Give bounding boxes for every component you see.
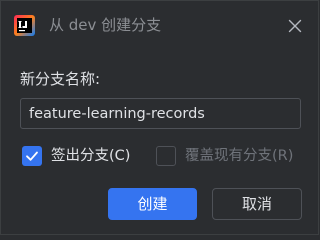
checkout-branch-checkbox[interactable] (22, 146, 42, 166)
overwrite-branch-checkbox (156, 146, 176, 166)
title-bar: 从 dev 创建分支 (1, 1, 318, 51)
cancel-button[interactable]: 取消 (212, 188, 302, 220)
overwrite-branch-label: 覆盖现有分支(R) (185, 148, 294, 164)
checkout-branch-label[interactable]: 签出分支(C) (51, 146, 130, 166)
branch-name-input[interactable] (20, 98, 301, 129)
intellij-idea-icon (14, 15, 35, 36)
checkmark-icon (26, 151, 38, 161)
create-branch-dialog: 从 dev 创建分支 新分支名称: 签出分支(C) 覆盖现有分支(R) 创建 取… (0, 0, 319, 235)
new-branch-name-label: 新分支名称: (20, 70, 101, 88)
create-button[interactable]: 创建 (108, 188, 197, 220)
close-icon[interactable] (285, 16, 305, 36)
dialog-title: 从 dev 创建分支 (49, 16, 162, 34)
